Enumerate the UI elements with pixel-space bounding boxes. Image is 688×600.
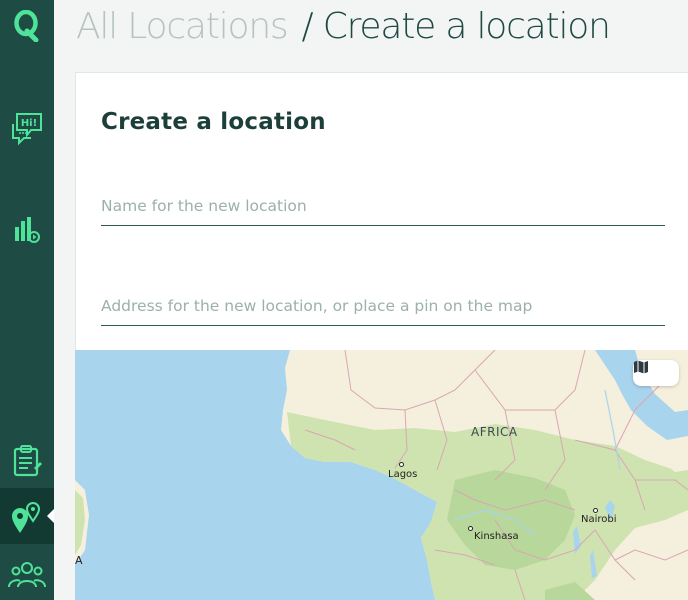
location-map[interactable]: AFRICA Lagos Kinshasa Nairobi A [75,350,688,600]
breadcrumb-all-locations-link[interactable]: All Locations [76,6,289,47]
page-title: Create a location [322,6,611,47]
breadcrumb-separator: / [301,6,314,47]
map-partial-label: A [75,554,83,567]
map-icon [634,360,648,374]
sidebar: Hi! [0,0,54,600]
breadcrumb: All Locations / Create a location [76,6,611,56]
location-name-input[interactable] [101,197,665,226]
map-view-toggle-button[interactable] [633,360,679,386]
city-marker [399,462,404,467]
city-label: Kinshasa [474,531,519,542]
card-title: Create a location [101,109,326,135]
q-logo-icon[interactable] [0,6,54,46]
map-region-label: AFRICA [471,425,518,439]
map-land-layer [75,350,688,600]
city-label: Lagos [388,469,418,480]
analytics-icon[interactable] [0,208,54,250]
chat-hi-icon[interactable]: Hi! [0,106,54,150]
clipboard-icon[interactable] [0,438,54,482]
location-pins-icon[interactable] [0,494,54,538]
active-caret [47,509,54,523]
city-marker [468,526,473,531]
location-address-input[interactable] [101,297,665,326]
city-marker [593,508,598,513]
create-location-card: Create a location [75,72,688,362]
users-icon[interactable] [0,556,54,594]
city-label: Nairobi [581,514,617,525]
svg-text:Hi!: Hi! [21,118,37,129]
